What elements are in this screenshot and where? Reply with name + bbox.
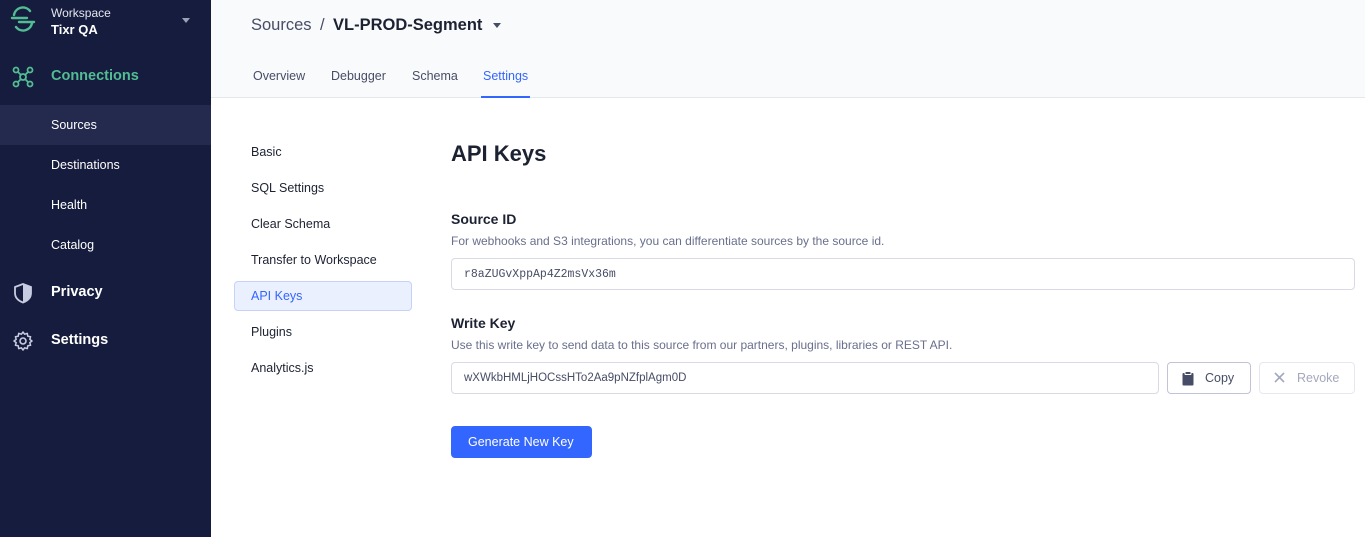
breadcrumb-sources-link[interactable]: Sources bbox=[251, 16, 312, 35]
generate-new-key-button[interactable]: Generate New Key bbox=[451, 426, 592, 458]
shield-icon bbox=[14, 283, 32, 304]
settings-menu-basic[interactable]: Basic bbox=[234, 137, 412, 167]
write-key-description: Use this write key to send data to this … bbox=[451, 338, 953, 352]
nav-connections[interactable]: Connections bbox=[0, 57, 211, 97]
settings-menu-transfer-to-workspace[interactable]: Transfer to Workspace bbox=[234, 245, 412, 275]
tab-settings[interactable]: Settings bbox=[481, 69, 531, 98]
chevron-down-icon bbox=[182, 18, 190, 23]
settings-menu-sql-settings[interactable]: SQL Settings bbox=[234, 173, 412, 203]
nav-privacy-label: Privacy bbox=[51, 284, 103, 300]
source-id-description: For webhooks and S3 integrations, you ca… bbox=[451, 234, 885, 248]
page-header: Sources / VL-PROD-Segment Overview Debug… bbox=[211, 0, 1365, 98]
page-title: API Keys bbox=[451, 141, 547, 166]
nav-health[interactable]: Health bbox=[0, 185, 211, 225]
settings-menu-label: Basic bbox=[251, 145, 282, 159]
settings-menu-label: Transfer to Workspace bbox=[251, 253, 377, 267]
segment-logo-icon bbox=[10, 6, 36, 32]
settings-menu-label: Plugins bbox=[251, 325, 292, 339]
nav-connections-label: Connections bbox=[51, 68, 139, 84]
write-key-field[interactable]: wXWkbHMLjHOCssHTo2Aa9pNZfplAgm0D bbox=[451, 362, 1159, 394]
settings-menu-plugins[interactable]: Plugins bbox=[234, 317, 412, 347]
nav-catalog-label: Catalog bbox=[51, 238, 95, 252]
gear-icon bbox=[13, 331, 33, 351]
workspace-label: Workspace bbox=[51, 6, 111, 20]
nav-sources-label: Sources bbox=[51, 118, 97, 132]
revoke-button-label: Revoke bbox=[1297, 371, 1340, 385]
settings-menu-analytics-js[interactable]: Analytics.js bbox=[234, 353, 412, 383]
revoke-button[interactable]: Revoke bbox=[1259, 362, 1355, 394]
nav-health-label: Health bbox=[51, 198, 88, 212]
clipboard-icon bbox=[1182, 371, 1194, 386]
nav-catalog[interactable]: Catalog bbox=[0, 225, 211, 265]
copy-button[interactable]: Copy bbox=[1167, 362, 1251, 394]
nav-sources[interactable]: Sources bbox=[0, 105, 211, 145]
nav-destinations[interactable]: Destinations bbox=[0, 145, 211, 185]
workspace-name: Tixr QA bbox=[51, 22, 98, 37]
tab-debugger[interactable]: Debugger bbox=[331, 69, 386, 98]
workspace-switcher[interactable]: Workspace Tixr QA bbox=[0, 0, 211, 50]
breadcrumb-current-source: VL-PROD-Segment bbox=[333, 16, 483, 34]
settings-menu-label: SQL Settings bbox=[251, 181, 325, 195]
settings-menu-clear-schema[interactable]: Clear Schema bbox=[234, 209, 412, 239]
settings-menu-api-keys[interactable]: API Keys bbox=[234, 281, 412, 311]
copy-button-label: Copy bbox=[1205, 371, 1235, 385]
settings-menu-label: Analytics.js bbox=[251, 361, 314, 375]
source-id-title: Source ID bbox=[451, 211, 517, 227]
connections-icon bbox=[12, 66, 34, 88]
tab-overview[interactable]: Overview bbox=[253, 69, 305, 98]
tab-schema[interactable]: Schema bbox=[412, 69, 458, 98]
generate-new-key-label: Generate New Key bbox=[468, 435, 574, 449]
breadcrumb-separator: / bbox=[320, 16, 325, 34]
source-id-field[interactable]: r8aZUGvXppAp4Z2msVx36m bbox=[451, 258, 1355, 290]
nav-destinations-label: Destinations bbox=[51, 158, 120, 172]
nav-settings-label: Settings bbox=[51, 332, 109, 348]
write-key-title: Write Key bbox=[451, 315, 516, 331]
nav-settings[interactable]: Settings bbox=[0, 321, 211, 361]
close-icon bbox=[1274, 372, 1285, 383]
settings-menu-label: Clear Schema bbox=[251, 217, 331, 231]
nav-privacy[interactable]: Privacy bbox=[0, 273, 211, 313]
sidebar: Workspace Tixr QA Connections Sources De… bbox=[0, 0, 211, 537]
source-switcher-chevron-icon[interactable] bbox=[493, 23, 501, 28]
settings-menu-label: API Keys bbox=[251, 289, 303, 303]
